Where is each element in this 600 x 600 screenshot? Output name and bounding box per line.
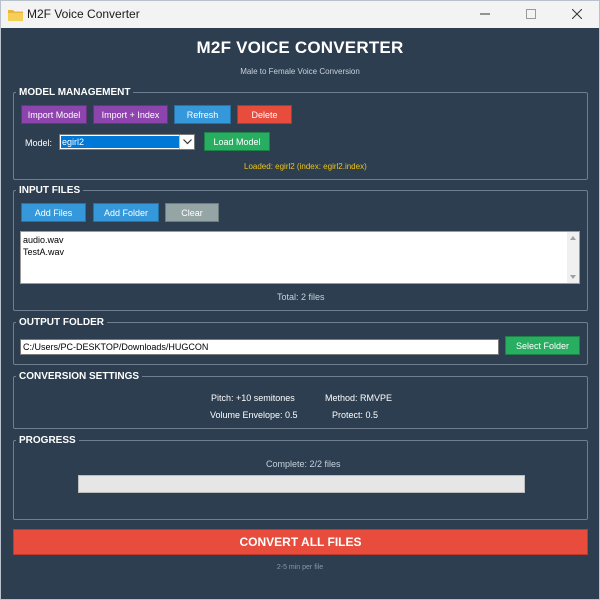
minimize-button[interactable] — [462, 1, 508, 28]
app-window: M2F Voice Converter M2F VOICE CONVERTER … — [0, 0, 600, 600]
model-select[interactable]: egirl2 — [59, 134, 195, 150]
model-label: Model: — [25, 138, 53, 148]
section-title: PROGRESS — [19, 435, 76, 446]
protect-value: Protect: 0.5 — [332, 410, 379, 420]
progress-fill — [79, 476, 524, 492]
scroll-down-icon[interactable] — [570, 275, 576, 279]
select-folder-button[interactable]: Select Folder — [505, 336, 580, 355]
minimize-icon — [480, 6, 490, 24]
method-value: Method: RMVPE — [325, 393, 393, 403]
list-item[interactable]: audio.wav — [23, 235, 64, 245]
section-title: MODEL MANAGEMENT — [19, 87, 131, 98]
app-subtitle: Male to Female Voice Conversion — [240, 67, 360, 76]
section-title: INPUT FILES — [19, 185, 81, 196]
load-model-button[interactable]: Load Model — [204, 132, 270, 151]
output-path-input[interactable]: C:/Users/PC-DESKTOP/Downloads/HUGCON — [20, 339, 499, 355]
clear-button[interactable]: Clear — [165, 203, 219, 222]
convert-all-button[interactable]: CONVERT ALL FILES — [13, 529, 588, 555]
scroll-up-icon[interactable] — [570, 236, 576, 240]
chevron-down-icon[interactable] — [179, 135, 194, 149]
pitch-value: Pitch: +10 semitones — [211, 393, 295, 403]
section-title: OUTPUT FOLDER — [19, 317, 104, 328]
add-folder-button[interactable]: Add Folder — [93, 203, 159, 222]
volume-envelope-value: Volume Envelope: 0.5 — [210, 410, 298, 420]
maximize-button[interactable] — [508, 1, 554, 28]
window-title: M2F Voice Converter — [27, 7, 140, 21]
maximize-icon — [526, 6, 536, 24]
close-button[interactable] — [554, 1, 600, 28]
conversion-settings-section: CONVERSION SETTINGS — [13, 371, 588, 429]
import-index-button[interactable]: Import + Index — [93, 105, 168, 124]
progress-bar — [78, 475, 525, 493]
section-title: CONVERSION SETTINGS — [19, 371, 140, 382]
loaded-status: Loaded: egirl2 (index: egirl2.index) — [244, 162, 367, 171]
file-list[interactable]: audio.wav TestA.wav — [20, 231, 580, 284]
model-select-value: egirl2 — [61, 136, 179, 148]
time-estimate: 2-5 min per file — [276, 564, 324, 571]
delete-button[interactable]: Delete — [237, 105, 292, 124]
app-title: M2F VOICE CONVERTER — [196, 38, 404, 57]
folder-icon — [8, 8, 23, 21]
close-icon — [571, 6, 583, 24]
import-model-button[interactable]: Import Model — [21, 105, 87, 124]
refresh-button[interactable]: Refresh — [174, 105, 231, 124]
scrollbar[interactable] — [567, 232, 579, 283]
progress-status: Complete: 2/2 files — [266, 459, 341, 469]
title-bar: M2F Voice Converter — [1, 1, 599, 28]
add-files-button[interactable]: Add Files — [21, 203, 86, 222]
file-count: Total: 2 files — [277, 292, 325, 302]
list-item[interactable]: TestA.wav — [23, 247, 64, 257]
